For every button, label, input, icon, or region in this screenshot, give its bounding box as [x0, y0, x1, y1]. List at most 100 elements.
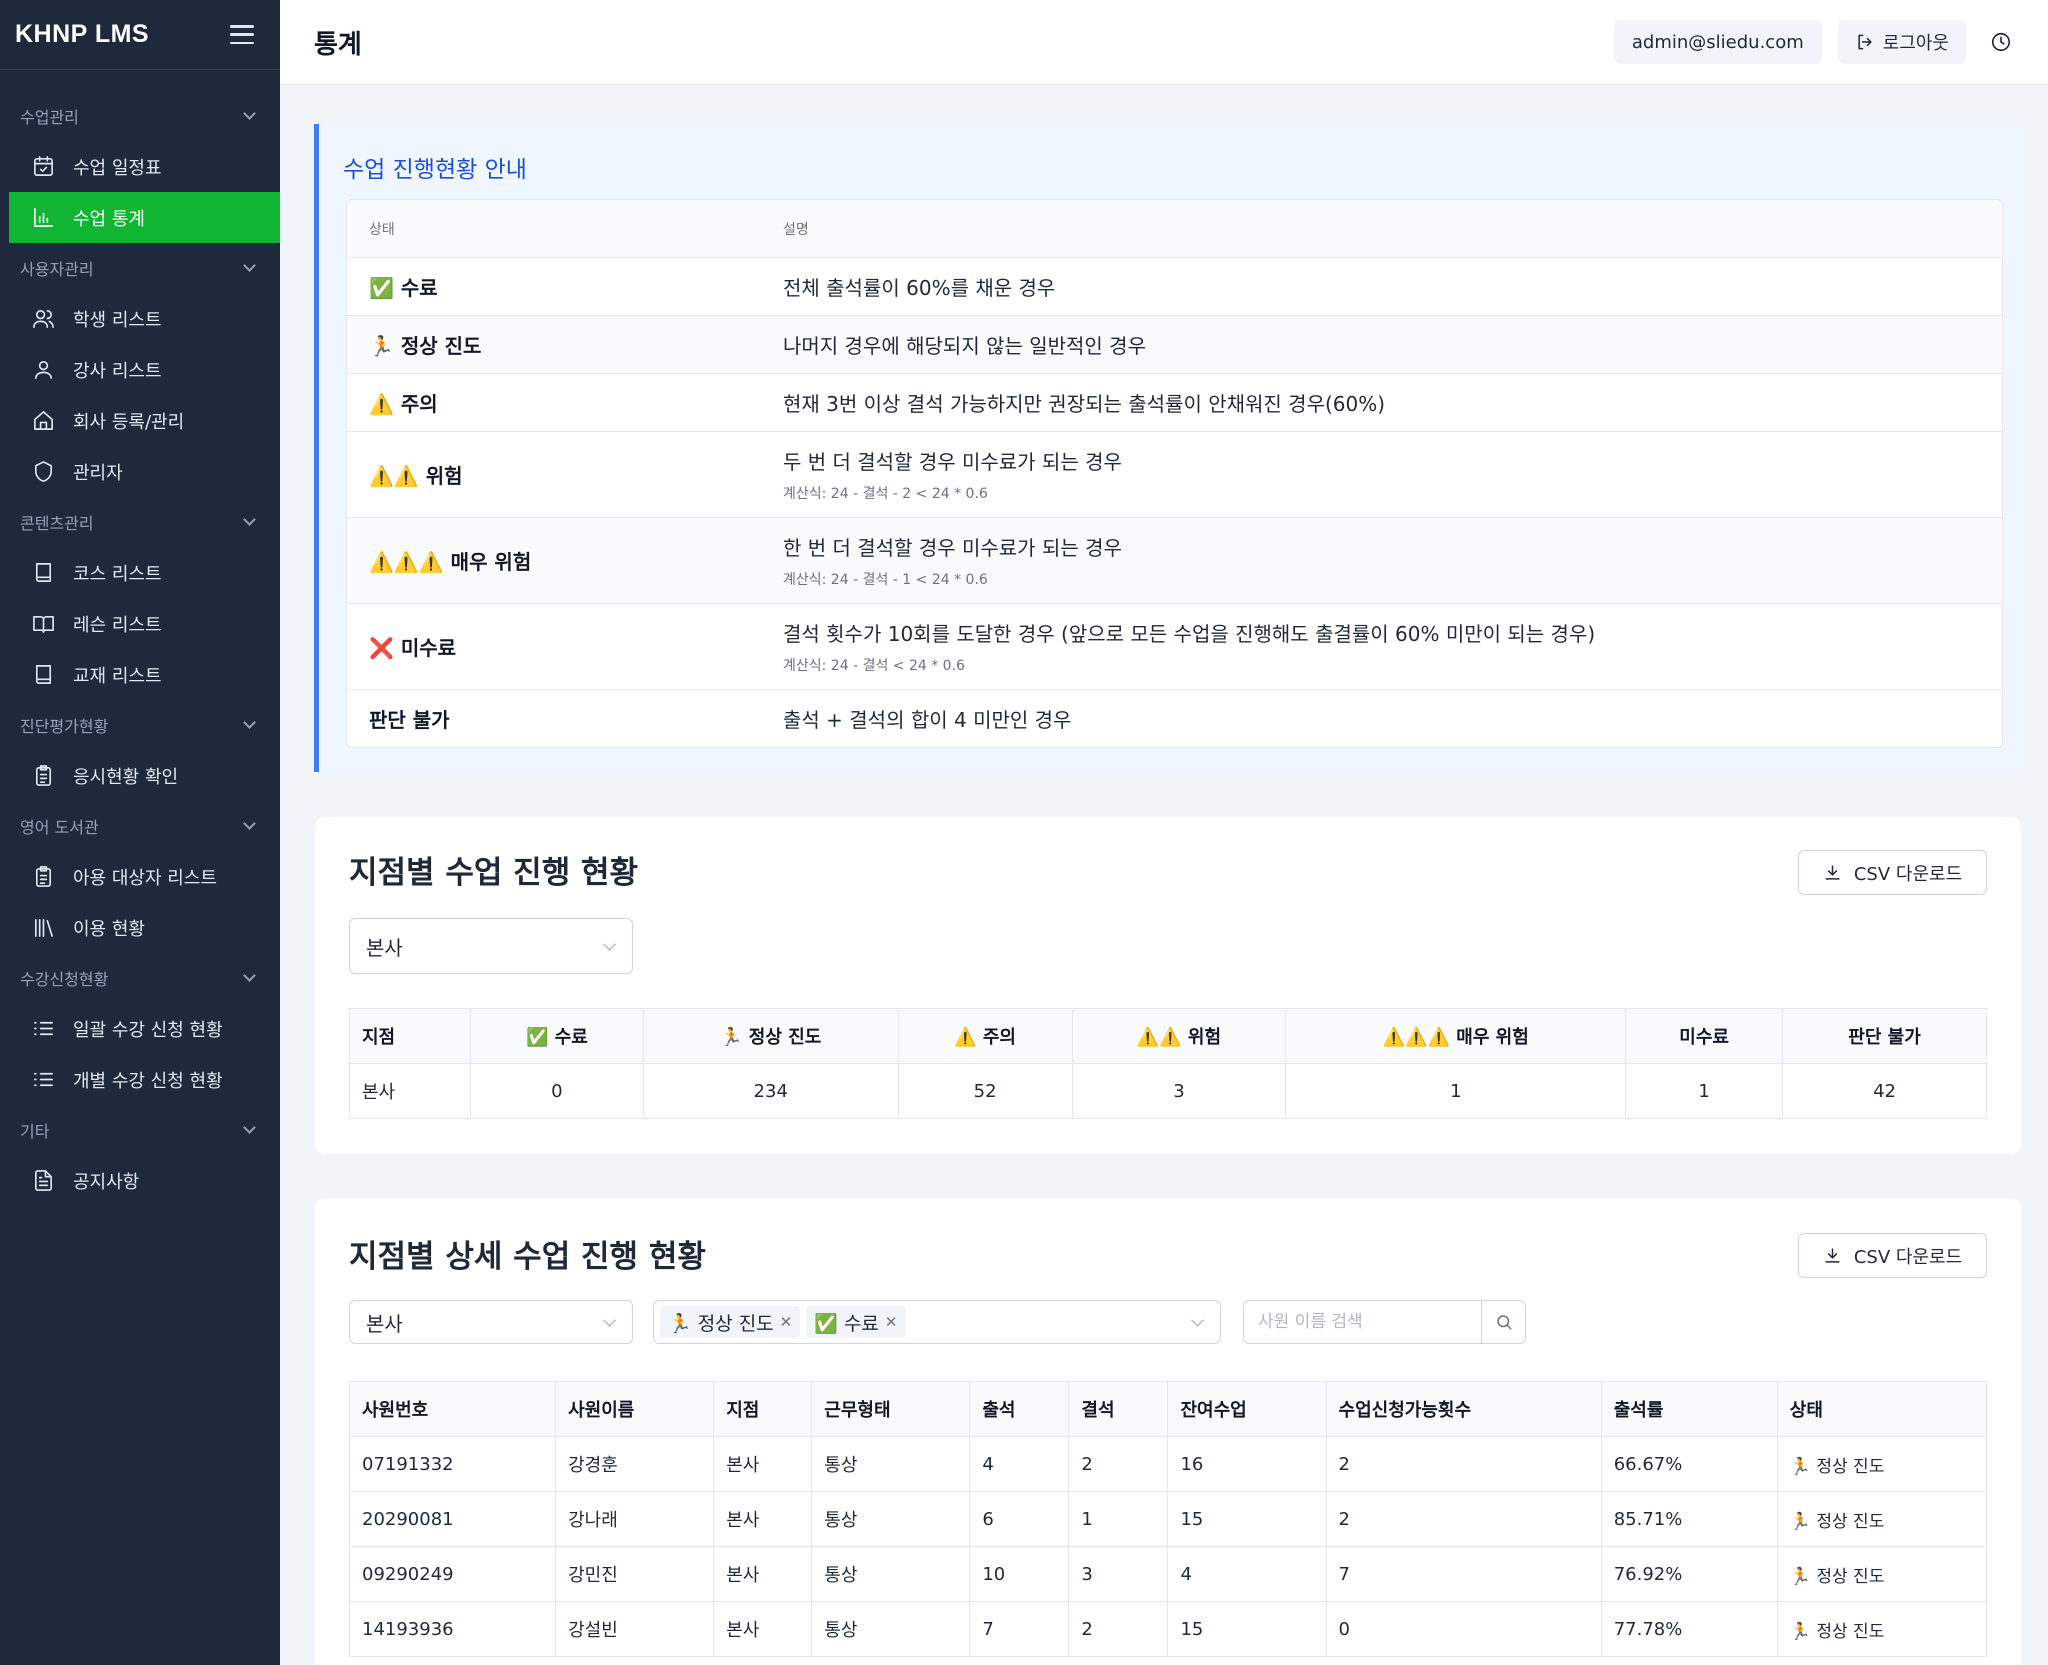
guide-description: 현재 3번 이상 결석 가능하지만 권장되는 출석률이 안채워진 경우(60%) — [783, 392, 1386, 416]
sidebar-item-label: 일괄 수강 신청 현황 — [73, 1019, 223, 1041]
table-row[interactable]: 20290081 강나래 본사 통상 6 1 15 2 85.71% 🏃 정상 … — [349, 1491, 1987, 1547]
table-cell: 7 — [969, 1601, 1070, 1657]
bar-chart-icon — [31, 206, 55, 230]
sidebar-section-assessment[interactable]: 진단평가현황 — [0, 700, 280, 750]
filter-tag-normal-progress: 🏃 정상 진도 ✕ — [660, 1306, 801, 1338]
sidebar-item-textbook-list[interactable]: 교재 리스트 — [9, 649, 280, 700]
sidebar-item-exam-status[interactable]: 응시현황 확인 — [9, 750, 280, 801]
user-email-badge: admin@sliedu.com — [1613, 20, 1822, 64]
sidebar-section-contents[interactable]: 콘텐츠관리 — [0, 497, 280, 547]
sidebar-item-label: 아용 대상자 리스트 — [73, 867, 217, 889]
guide-description: 한 번 더 결석할 경우 미수료가 되는 경우 — [783, 536, 1122, 560]
sidebar-section-enrollment[interactable]: 수강신청현황 — [0, 953, 280, 1003]
close-icon[interactable]: ✕ — [780, 1313, 793, 1331]
guide-status: 판단 불가 — [369, 708, 450, 732]
sidebar-section-library[interactable]: 영어 도서관 — [0, 801, 280, 851]
logout-button[interactable]: 로그아웃 — [1837, 20, 1966, 64]
section-label: 기타 — [20, 1122, 50, 1141]
column-header: 출석 — [969, 1381, 1070, 1437]
table-row[interactable]: 14193936 강설빈 본사 통상 7 2 15 0 77.78% 🏃 정상 … — [349, 1601, 1987, 1657]
table-cell: 통상 — [811, 1546, 971, 1602]
clock-icon[interactable] — [1988, 29, 2014, 55]
sidebar-item-student-list[interactable]: 학생 리스트 — [9, 293, 280, 344]
guide-row: ✅ 수료 전체 출석률이 60%를 채운 경우 — [347, 257, 2002, 315]
chevron-down-icon — [603, 1313, 616, 1327]
search-button[interactable] — [1481, 1301, 1525, 1343]
sidebar-item-library-users[interactable]: 아용 대상자 리스트 — [9, 851, 280, 902]
status-cell: 🏃 정상 진도 — [1777, 1436, 1987, 1492]
status-cell: 🏃 정상 진도 — [1777, 1546, 1987, 1602]
table-cell: 본사 — [713, 1436, 813, 1492]
guide-title: 수업 진행현황 안내 — [343, 157, 527, 183]
users-icon — [31, 307, 55, 331]
table-cell: 66.67% — [1601, 1436, 1778, 1492]
table-cell: 1 — [1625, 1063, 1784, 1119]
table-cell: 15 — [1167, 1601, 1327, 1657]
sidebar-item-library-usage[interactable]: 이용 현황 — [9, 902, 280, 953]
sidebar-item-individual-enrollment[interactable]: 개별 수강 신청 현황 — [9, 1054, 280, 1105]
guide-formula: 계산식: 24 - 결석 < 24 * 0.6 — [783, 658, 965, 674]
sidebar-item-label: 교재 리스트 — [73, 665, 162, 687]
table-cell: 본사 — [713, 1601, 813, 1657]
sidebar-section-class[interactable]: 수업관리 — [0, 91, 280, 141]
chevron-down-icon — [243, 969, 256, 982]
detail-csv-download-button[interactable]: CSV 다운로드 — [1798, 1233, 1987, 1278]
detail-table: 사원번호 사원이름 지점 근무형태 출석 결석 잔여수업 수업신청가능횟수 출석… — [349, 1381, 1987, 1657]
table-cell: 강경훈 — [555, 1436, 715, 1492]
sidebar-item-admin[interactable]: 관리자 — [9, 446, 280, 497]
table-cell: 통상 — [811, 1601, 971, 1657]
table-header-row: 지점 ✅ 수료 🏃 정상 진도 ⚠️ 주의 ⚠️⚠️ 위험 ⚠️⚠️⚠️ 매우 … — [349, 1008, 1987, 1064]
csv-label: CSV 다운로드 — [1853, 863, 1963, 885]
sidebar-item-class-schedule[interactable]: 수업 일정표 — [9, 141, 280, 192]
user-icon — [31, 358, 55, 382]
sidebar-item-class-stats[interactable]: 수업 통계 — [9, 192, 280, 243]
summary-branch-select[interactable]: 본사 — [349, 918, 633, 974]
column-header: ✅ 수료 — [470, 1008, 644, 1064]
table-row[interactable]: 07191332 강경훈 본사 통상 4 2 16 2 66.67% 🏃 정상 … — [349, 1436, 1987, 1492]
table-row: 본사 0 234 52 3 1 1 42 — [349, 1063, 1987, 1119]
chevron-down-icon — [243, 817, 256, 830]
hamburger-menu-icon[interactable] — [230, 25, 254, 44]
book-icon — [31, 663, 55, 687]
table-row[interactable]: 09290249 강민진 본사 통상 10 3 4 7 76.92% 🏃 정상 … — [349, 1546, 1987, 1602]
sidebar-item-instructor-list[interactable]: 강사 리스트 — [9, 344, 280, 395]
shield-icon — [31, 460, 55, 484]
table-cell: 1 — [1285, 1063, 1627, 1119]
sidebar-item-course-list[interactable]: 코스 리스트 — [9, 547, 280, 598]
employee-search-input[interactable] — [1244, 1301, 1481, 1343]
section-label: 영어 도서관 — [20, 818, 99, 837]
table-cell: 4 — [1167, 1546, 1327, 1602]
column-header: ⚠️⚠️ 위험 — [1072, 1008, 1287, 1064]
chevron-down-icon — [243, 513, 256, 526]
close-icon[interactable]: ✕ — [885, 1313, 898, 1331]
guide-row: ⚠️⚠️⚠️ 매우 위험 한 번 더 결석할 경우 미수료가 되는 경우 계산식:… — [347, 517, 2002, 603]
sidebar-item-notice[interactable]: 공지사항 — [9, 1155, 280, 1206]
chevron-down-icon — [1191, 1313, 1204, 1327]
guide-row: 🏃 정상 진도 나머지 경우에 해당되지 않는 일반적인 경우 — [347, 315, 2002, 373]
clipboard-icon — [31, 865, 55, 889]
summary-csv-download-button[interactable]: CSV 다운로드 — [1798, 850, 1987, 895]
status-filter-multiselect[interactable]: 🏃 정상 진도 ✕ ✅ 수료 ✕ — [653, 1300, 1221, 1344]
sidebar-item-label: 응시현황 확인 — [73, 766, 179, 788]
tag-label: 🏃 정상 진도 — [668, 1312, 774, 1335]
column-header: 잔여수업 — [1167, 1381, 1327, 1437]
table-cell: 77.78% — [1601, 1601, 1778, 1657]
sidebar-item-label: 회사 등록/관리 — [73, 411, 185, 433]
sidebar-item-company-manage[interactable]: 회사 등록/관리 — [9, 395, 280, 446]
select-value: 본사 — [366, 1311, 403, 1336]
column-header-description: 설명 — [783, 221, 809, 238]
sidebar-section-etc[interactable]: 기타 — [0, 1105, 280, 1155]
sidebar-item-label: 수업 일정표 — [73, 157, 162, 179]
page-title: 통계 — [314, 29, 362, 60]
table-cell: 234 — [643, 1063, 899, 1119]
sidebar-item-bulk-enrollment[interactable]: 일괄 수강 신청 현황 — [9, 1003, 280, 1054]
table-cell: 2 — [1068, 1601, 1169, 1657]
detail-title: 지점별 상세 수업 진행 현황 — [349, 1239, 706, 1275]
table-cell: 76.92% — [1601, 1546, 1778, 1602]
table-cell: 본사 — [713, 1491, 813, 1547]
file-text-icon — [31, 1169, 55, 1193]
select-value: 본사 — [366, 935, 403, 960]
sidebar-item-lesson-list[interactable]: 레슨 리스트 — [9, 598, 280, 649]
detail-branch-select[interactable]: 본사 — [349, 1300, 633, 1344]
sidebar-section-users[interactable]: 사용자관리 — [0, 243, 280, 293]
